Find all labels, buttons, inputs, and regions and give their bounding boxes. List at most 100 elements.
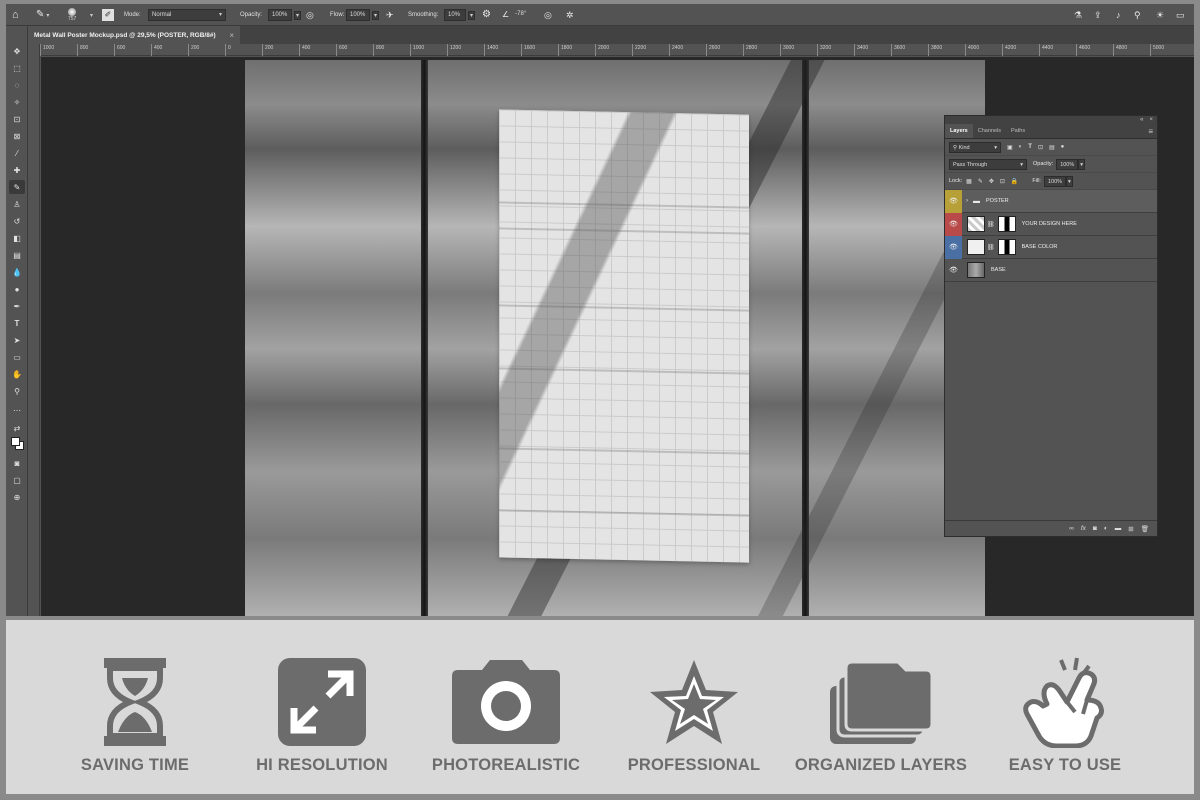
layer-row[interactable]: 👁 ⛓ BASE COLOR	[945, 235, 1157, 259]
type-filter-icon[interactable]: T	[1028, 144, 1032, 150]
dodge-tool-icon[interactable]: ●	[9, 282, 25, 296]
pressure-size-icon[interactable]: ◎	[544, 10, 552, 20]
shape-tool-icon[interactable]: ▭	[9, 350, 25, 364]
brush-settings-icon[interactable]: ✐	[102, 9, 114, 21]
filter-kind-dropdown[interactable]: ⚲ Kind ▾	[949, 141, 1001, 153]
mode-dropdown[interactable]: Normal ▾	[148, 9, 226, 21]
ruler-tick-label: 1200	[447, 44, 461, 56]
adjustment-layer-icon[interactable]: ◐	[1104, 525, 1108, 532]
chevron-down-icon[interactable]: ▾	[90, 12, 93, 19]
brush-size-value: 757	[68, 16, 77, 22]
layer-opacity-stepper[interactable]: ▾	[1078, 158, 1086, 170]
panel-menu-icon[interactable]: ≡	[1148, 127, 1153, 136]
visibility-eye-icon[interactable]: 👁	[945, 212, 962, 236]
flow-field[interactable]: 100%	[346, 9, 370, 21]
collapse-icon[interactable]: «	[1140, 117, 1143, 123]
more-tools-icon[interactable]: ⋯	[9, 403, 25, 417]
tab-channels[interactable]: Channels	[973, 124, 1006, 138]
chevron-down-icon[interactable]: ▾	[372, 10, 380, 20]
history-brush-tool-icon[interactable]: ↺	[9, 214, 25, 228]
frame-tool-icon[interactable]: ⊠	[9, 129, 25, 143]
lock-image-icon[interactable]: ✎	[978, 178, 983, 185]
angle-icon[interactable]: ∠	[502, 11, 509, 19]
close-tab-icon[interactable]: ×	[229, 31, 234, 40]
filter-toggle-icon[interactable]: ●	[1061, 144, 1065, 150]
link-layers-icon[interactable]: ∞	[1069, 525, 1074, 532]
blur-tool-icon[interactable]: 💧	[9, 265, 25, 279]
pressure-opacity-icon[interactable]: ◎	[306, 10, 314, 20]
fx-icon[interactable]: fx	[1081, 525, 1086, 532]
pixel-filter-icon[interactable]: ▣	[1007, 144, 1013, 151]
angle-field[interactable]: -78°	[512, 9, 532, 21]
home-icon[interactable]: ⌂	[12, 9, 19, 21]
link-icon[interactable]: ⛓	[987, 221, 995, 228]
layer-row[interactable]: 👁 ⛓ YOUR DESIGN HERE	[945, 212, 1157, 236]
lasso-tool-icon[interactable]: ◌	[9, 78, 25, 92]
smart-object-filter-icon[interactable]: ▤	[1049, 144, 1055, 151]
bell-icon[interactable]: ♪	[1116, 10, 1121, 20]
new-group-icon[interactable]: ▬	[1115, 525, 1122, 532]
add-mask-icon[interactable]: ◙	[1093, 525, 1097, 532]
type-tool-icon[interactable]: T	[9, 316, 25, 330]
link-icon[interactable]: ⛓	[987, 244, 995, 251]
gradient-tool-icon[interactable]: ▤	[9, 248, 25, 262]
blend-mode-dropdown[interactable]: Pass Through ▾	[949, 158, 1027, 170]
screen-mode-icon[interactable]: ▢	[9, 473, 25, 487]
hand-tool-icon[interactable]: ✋	[9, 367, 25, 381]
eyedropper-tool-icon[interactable]: ⁄	[9, 146, 25, 160]
opacity-field[interactable]: 100%	[268, 9, 292, 21]
marquee-tool-icon[interactable]: ⬚	[9, 61, 25, 75]
swap-colors-icon[interactable]: ⇄	[9, 421, 25, 435]
adjustment-filter-icon[interactable]: ◐	[1019, 144, 1023, 150]
crop-tool-icon[interactable]: ⊡	[9, 112, 25, 126]
tab-paths[interactable]: Paths	[1006, 124, 1030, 138]
share-icon[interactable]: ⇪	[1094, 10, 1102, 20]
lightbulb-icon[interactable]: ☀	[1156, 10, 1164, 20]
stamp-tool-icon[interactable]: ♙	[9, 197, 25, 211]
visibility-eye-icon[interactable]: 👁	[945, 259, 962, 282]
magic-wand-tool-icon[interactable]: ✧	[9, 95, 25, 109]
lock-position-icon[interactable]: ✥	[989, 178, 994, 185]
chevron-down-icon[interactable]: ▾	[468, 10, 476, 20]
chevron-down-icon[interactable]: ▾	[294, 10, 302, 20]
flow-label: Flow:	[330, 12, 345, 18]
quick-mask-icon[interactable]: ◙	[9, 456, 25, 470]
document-tab[interactable]: Metal Wall Poster Mockup.psd @ 29,5% (PO…	[28, 26, 240, 44]
zoom-tool-icon[interactable]: ⚲	[9, 384, 25, 398]
flask-icon[interactable]: ⚗	[1074, 10, 1082, 20]
lock-transparent-icon[interactable]: ▦	[966, 178, 972, 185]
chevron-down-icon[interactable]: ▾	[46, 12, 49, 19]
document-canvas[interactable]	[245, 60, 985, 616]
lock-all-icon[interactable]: 🔒	[1011, 178, 1018, 185]
layer-row[interactable]: 👁 › ▬ POSTER	[945, 189, 1157, 213]
visibility-eye-icon[interactable]: 👁	[945, 235, 962, 259]
fill-stepper[interactable]: ▾	[1066, 175, 1073, 187]
brush-preset-icon[interactable]	[68, 8, 77, 16]
search-icon[interactable]: ⚲	[1134, 10, 1141, 20]
new-layer-icon[interactable]: ⊞	[1128, 525, 1133, 533]
symmetry-icon[interactable]: ✲	[566, 10, 574, 20]
brush-tool-icon[interactable]: ✎	[36, 10, 44, 20]
color-swatches-icon[interactable]	[9, 436, 25, 450]
workspace-icon[interactable]: ▭	[1176, 10, 1185, 20]
gear-icon[interactable]: ⚙	[482, 10, 491, 20]
eraser-tool-icon[interactable]: ◧	[9, 231, 25, 245]
visibility-eye-icon[interactable]: 👁	[945, 189, 962, 213]
layer-opacity-field[interactable]: 100%	[1056, 158, 1079, 170]
move-tool-icon[interactable]: ✥	[9, 44, 25, 58]
brush-tool-icon[interactable]: ✎	[9, 180, 25, 194]
healing-tool-icon[interactable]: ✚	[9, 163, 25, 177]
pen-tool-icon[interactable]: ✒	[9, 299, 25, 313]
edit-toolbar-icon[interactable]: ⊕	[9, 490, 25, 504]
fill-field[interactable]: 100%	[1043, 175, 1067, 187]
smoothing-field[interactable]: 10%	[444, 9, 466, 21]
path-select-tool-icon[interactable]: ➤	[9, 333, 25, 347]
expand-group-icon[interactable]: ›	[966, 198, 968, 204]
airbrush-icon[interactable]: ✈	[386, 10, 394, 20]
close-panel-icon[interactable]: ×	[1149, 117, 1153, 123]
tab-layers[interactable]: Layers	[945, 124, 973, 138]
lock-artboard-icon[interactable]: ⊡	[1000, 178, 1005, 185]
layer-row[interactable]: 👁 BASE	[945, 259, 1157, 282]
trash-icon[interactable]: 🗑	[1141, 525, 1149, 533]
shape-filter-icon[interactable]: ⊡	[1038, 144, 1043, 151]
